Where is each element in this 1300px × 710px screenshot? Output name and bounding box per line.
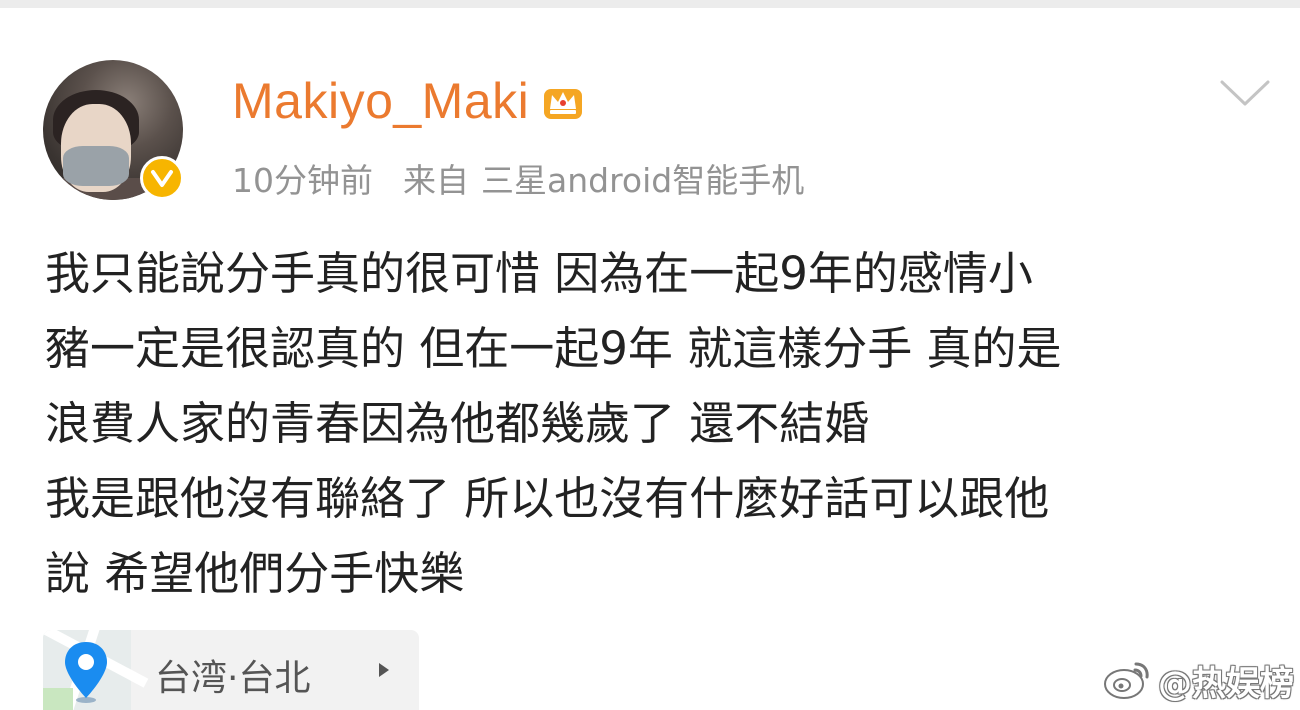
post-text-line: 浪費人家的青春因為他都幾歲了 還不結婚 [45, 397, 870, 450]
source-prefix: 来自 [403, 161, 469, 200]
watermark-text: @热娱榜 [1158, 663, 1294, 704]
weibo-post-screen: Makiyo_Maki 10分钟前 来自 三星android智能手机 我只能說分… [0, 0, 1300, 710]
post-text-line: 說 希望他們分手快樂 [45, 547, 465, 600]
source-device[interactable]: 三星android智能手机 [481, 154, 804, 202]
verified-v-icon [140, 156, 184, 200]
watermark: @热娱榜 [1102, 656, 1294, 704]
post-text-line: 豬一定是很認真的 但在一起9年 就這樣分手 真的是 [45, 322, 1062, 375]
weibo-logo-icon [1104, 662, 1149, 699]
post-header: Makiyo_Maki [232, 70, 585, 132]
location-chip[interactable]: 台湾·台北 [43, 630, 419, 710]
post-text-line: 我只能說分手真的很可惜 因為在一起9年的感情小 [45, 247, 1033, 300]
post-body: 我只能說分手真的很可惜 因為在一起9年的感情小 豬一定是很認真的 但在一起9年 … [45, 236, 1275, 611]
post-meta: 10分钟前 来自 三星android智能手机 [232, 154, 804, 202]
chevron-down-icon[interactable] [1218, 76, 1272, 110]
post-text-line: 我是跟他沒有聯絡了 所以也沒有什麼好話可以跟他 [45, 472, 1050, 525]
top-divider [0, 0, 1300, 8]
crown-icon[interactable] [541, 79, 585, 123]
location-label: 台湾·台北 [155, 658, 311, 699]
map-thumbnail [43, 630, 149, 710]
triangle-right-icon [379, 663, 389, 677]
location-pin-icon [65, 642, 107, 703]
username-link[interactable]: Makiyo_Maki [232, 72, 529, 130]
post-time: 10分钟前 [232, 161, 373, 200]
